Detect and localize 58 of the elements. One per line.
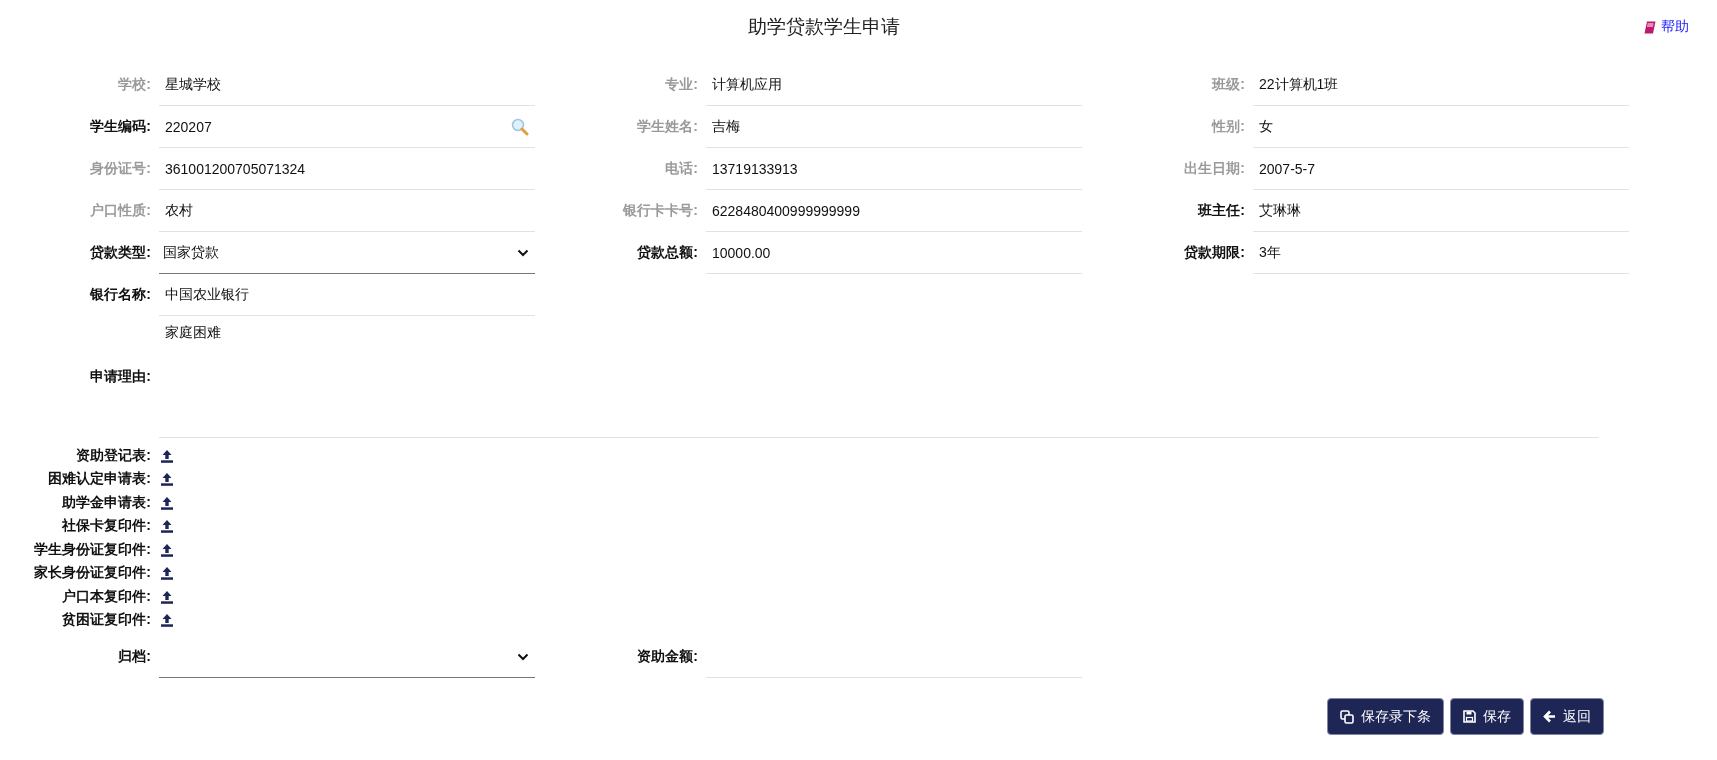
page-title: 助学贷款学生申请 [747,15,900,39]
upload-label: 家长身份证复印件: [33,564,151,583]
text-field[interactable]: 22计算机1班 [1253,64,1629,106]
textarea-field[interactable]: 家庭困难 [159,316,1599,438]
chevron-down-icon [517,248,529,257]
chevron-down-icon [517,652,529,661]
field-label: 资助金额: [636,648,698,666]
text-field[interactable]: 艾琳琳 [1253,190,1629,232]
text-field[interactable]: 星城学校 [159,64,535,106]
action-button[interactable]: 返回 [1530,698,1604,735]
upload-icon[interactable] [159,565,175,582]
copy-icon [1340,709,1354,724]
upload-icon[interactable] [159,471,175,488]
field-label: 学校: [117,76,151,94]
field-label: 性别: [1210,118,1245,136]
field-label: 班主任: [1196,202,1245,220]
field-label: 电话: [664,160,698,178]
field-label: 归档: [117,648,151,666]
upload-label: 学生身份证复印件: [33,540,151,559]
field-label: 专业: [664,76,698,94]
field-label: 户口性质: [89,202,151,220]
field-label: 学生姓名: [636,118,698,136]
field-label: 贷款类型: [89,244,151,262]
field-label: 身份证号: [89,160,151,178]
select-field[interactable]: 国家贷款 [159,232,535,274]
field-label: 银行名称: [88,286,151,304]
arrow-left-icon [1543,710,1556,723]
text-field[interactable]: 计算机应用 [706,64,1082,106]
text-field[interactable]: 女 [1253,106,1629,148]
action-button[interactable]: 保存 [1450,698,1524,735]
field-label: 班级: [1210,76,1245,94]
text-field[interactable]: 3年 [1253,232,1629,274]
upload-label: 助学金申请表: [61,493,151,512]
text-field[interactable]: 13719133913 [706,148,1082,190]
text-field[interactable]: 农村 [159,190,535,232]
text-field[interactable]: 10000.00 [706,232,1082,274]
field-label: 贷款总额: [636,244,698,262]
help-link[interactable]: 帮助 [1644,18,1689,36]
field-label: 银行卡卡号: [621,202,698,220]
upload-label: 户口本复印件: [61,587,151,606]
action-button[interactable]: 保存录下条 [1327,698,1444,735]
search-field[interactable]: 220207 [159,106,535,148]
field-label: 出生日期: [1183,160,1245,178]
text-field[interactable]: 2007-5-7 [1253,148,1629,190]
text-field[interactable]: 中国农业银行 [159,274,535,316]
upload-label: 困难认定申请表: [47,470,151,489]
field-label: 贷款期限: [1183,244,1245,262]
upload-label: 贫困证复印件: [61,611,151,630]
upload-label: 社保卡复印件: [61,517,151,536]
text-field[interactable]: 吉梅 [706,106,1082,148]
field-label: 申请理由: [89,368,151,386]
book-icon [1644,20,1656,34]
text-field[interactable]: 361001200705071324 [159,148,535,190]
upload-icon[interactable] [159,518,175,535]
text-field[interactable]: 6228480400999999999 [706,190,1082,232]
upload-label: 资助登记表: [75,446,151,465]
upload-icon[interactable] [159,612,175,629]
field-label: 学生编码: [89,118,151,136]
